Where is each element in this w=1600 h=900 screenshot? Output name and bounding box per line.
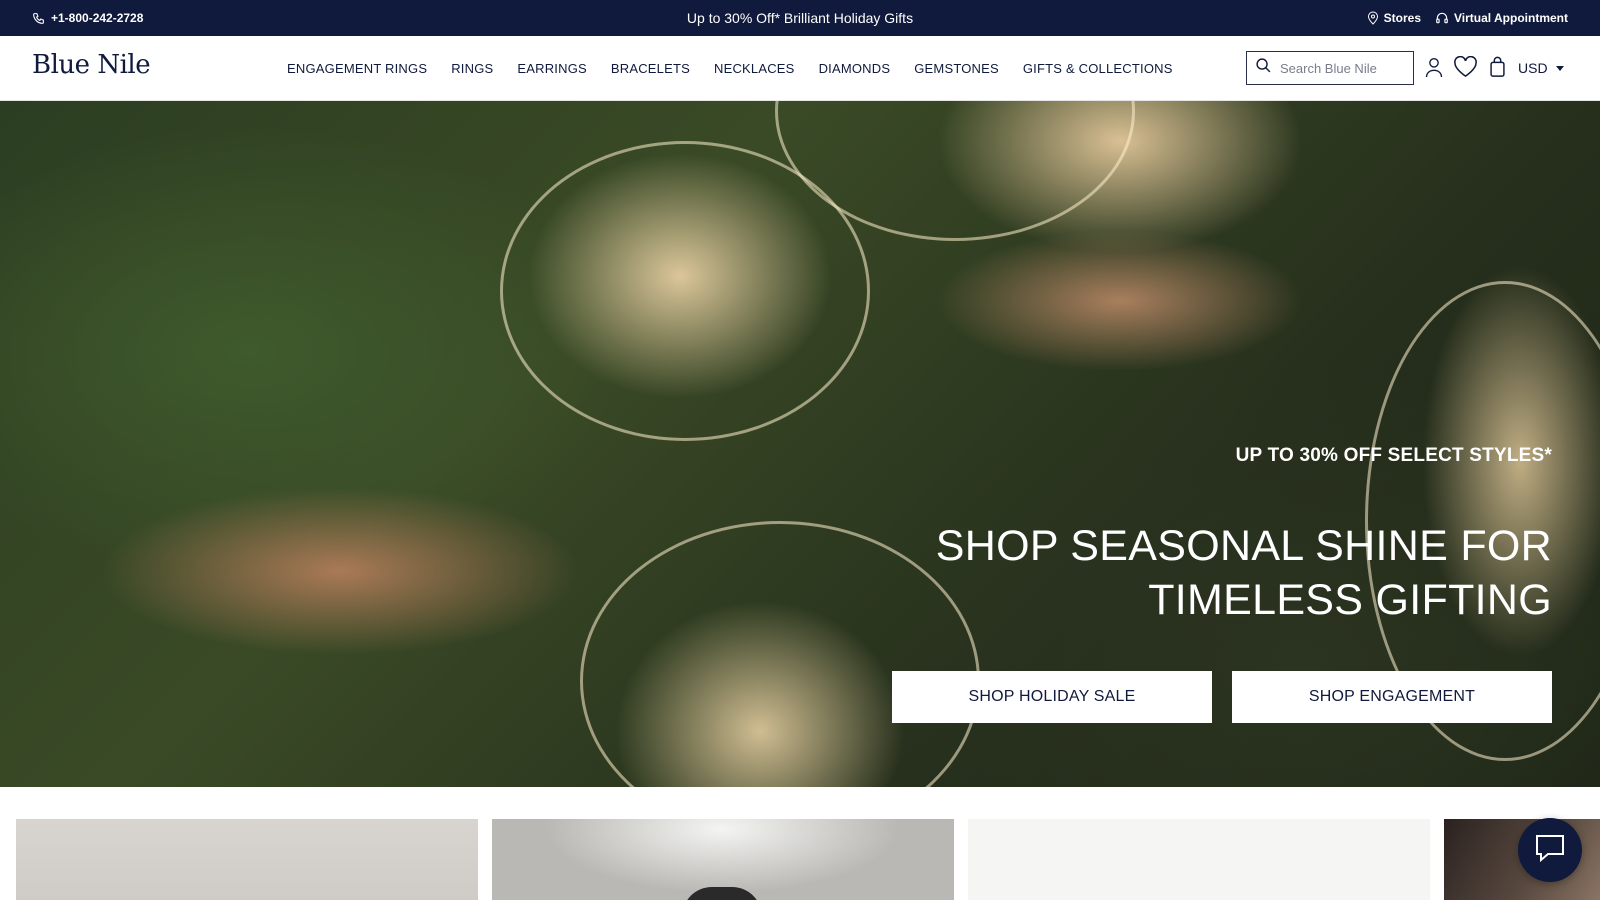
stores-label: Stores [1383,11,1421,25]
shop-holiday-sale-button[interactable]: SHOP HOLIDAY SALE [892,671,1212,723]
user-icon[interactable] [1424,56,1444,83]
phone-number: +1-800-242-2728 [51,11,144,25]
main-nav: ENGAGEMENT RINGS RINGS EARRINGS BRACELET… [287,36,1173,101]
category-tile[interactable] [968,819,1430,900]
site-header: Blue Nile ENGAGEMENT RINGS RINGS EARRING… [0,36,1600,101]
chat-icon [1534,833,1566,868]
virtual-appointment-link[interactable]: Virtual Appointment [1435,11,1568,25]
search-box[interactable] [1246,51,1414,85]
brand-logo[interactable]: Blue Nile [32,50,151,80]
promo-message-wrap: Up to 30% Off* Brilliant Holiday Gifts [0,10,1600,26]
stores-link[interactable]: Stores [1367,11,1421,25]
map-pin-icon [1367,11,1379,25]
hero-headline: SHOP SEASONAL SHINE FOR TIMELESS GIFTING [935,522,1552,624]
category-tile[interactable] [492,819,954,900]
shopping-bag-icon[interactable] [1489,56,1506,83]
hero-banner[interactable]: UP TO 30% OFF SELECT STYLES* SHOP SEASON… [0,101,1600,787]
currency-label: USD [1518,60,1548,76]
chevron-down-icon [1555,65,1564,71]
shop-engagement-button[interactable]: SHOP ENGAGEMENT [1232,671,1552,723]
nav-gifts-collections[interactable]: GIFTS & COLLECTIONS [1023,61,1173,76]
headset-icon [1435,11,1449,25]
nav-gemstones[interactable]: GEMSTONES [914,61,999,76]
category-tile[interactable] [16,819,478,900]
promo-bar: +1-800-242-2728 Up to 30% Off* Brilliant… [0,0,1600,36]
nav-rings[interactable]: RINGS [451,61,493,76]
promo-message[interactable]: Up to 30% Off* Brilliant Holiday Gifts [687,10,913,26]
nav-necklaces[interactable]: NECKLACES [714,61,795,76]
phone-link[interactable]: +1-800-242-2728 [32,11,143,25]
nav-engagement-rings[interactable]: ENGAGEMENT RINGS [287,61,427,76]
phone-icon [32,12,45,25]
chat-button[interactable] [1518,818,1582,882]
search-icon[interactable] [1255,57,1272,79]
heart-icon[interactable] [1453,55,1478,83]
search-input[interactable] [1280,60,1400,76]
currency-selector[interactable]: USD [1518,60,1564,76]
nav-diamonds[interactable]: DIAMONDS [819,61,891,76]
product-image [682,887,762,900]
virtual-appointment-label: Virtual Appointment [1454,11,1568,25]
hero-eyebrow: UP TO 30% OFF SELECT STYLES* [1235,445,1552,466]
nav-bracelets[interactable]: BRACELETS [611,61,690,76]
nav-earrings[interactable]: EARRINGS [517,61,587,76]
topbar-utilities: Stores Virtual Appointment [1367,11,1568,25]
